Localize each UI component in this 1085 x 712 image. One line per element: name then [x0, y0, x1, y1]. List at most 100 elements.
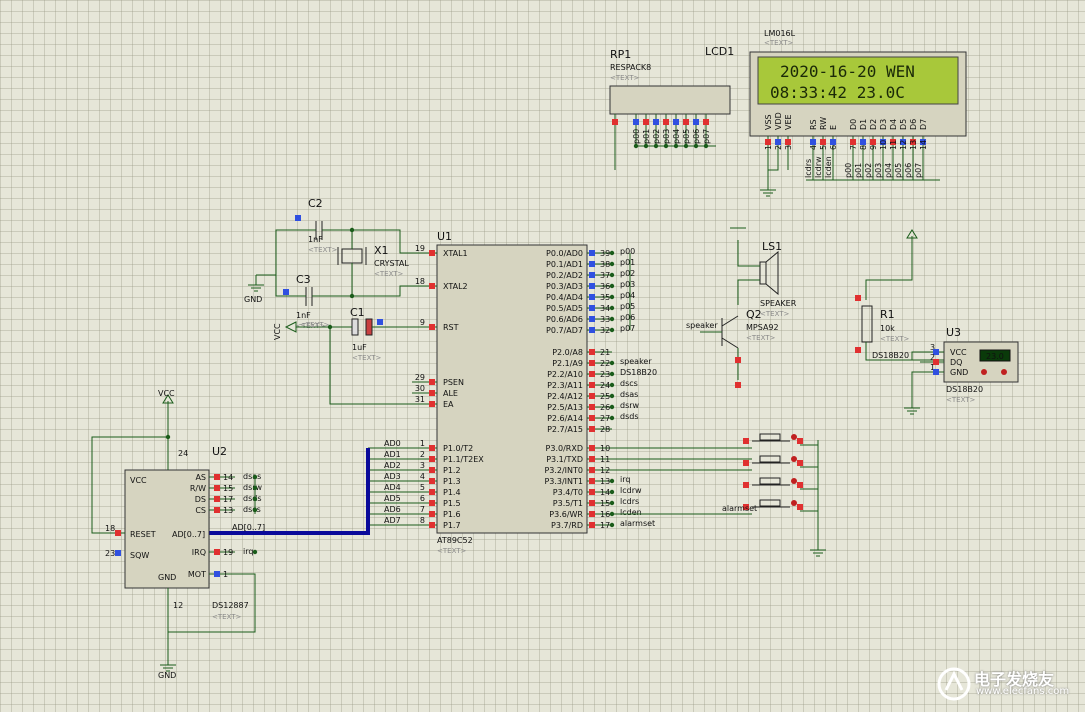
u2-reset-marker [115, 530, 121, 536]
q2-collector [721, 315, 739, 327]
junction-dot [609, 261, 615, 267]
u2-net-dsrw: dsrw [243, 483, 263, 492]
u2-vcc: VCC [130, 476, 147, 485]
u1-pin-p1-6: P1.6 [443, 510, 461, 519]
junction-dot [349, 293, 355, 299]
schematic-diagram: 2020-16-20 WEN08:33:42 23.0CLCD1LM016L<T… [91, 29, 1019, 680]
lcd-part: LM016L [764, 29, 796, 38]
lcd-pin-d2: D2 [869, 119, 878, 130]
u1-pin-num-18: 18 [415, 277, 425, 286]
lcd-net-label: p05 [894, 163, 903, 178]
u1-pin-p1-5: P1.5 [443, 499, 461, 508]
lcd-pin-num: 4 [809, 145, 818, 150]
u1-right-pin-marker [589, 415, 595, 421]
switch-body [759, 433, 781, 441]
rp1-pin-marker [673, 119, 679, 125]
r1-text-tag: <TEXT> [880, 335, 910, 343]
u1-pin-p2-2-a10: P2.2/A10 [547, 370, 583, 379]
u2-vcc-label: VCC [158, 389, 175, 398]
u2-pin-marker [214, 507, 220, 513]
q2-emitter [721, 337, 739, 349]
c1-text-tag: <TEXT> [352, 354, 382, 362]
r1-top-wire [865, 250, 913, 300]
junction-dot [165, 434, 171, 440]
rp1-pin-marker [643, 119, 649, 125]
q2-text-tag: <TEXT> [746, 334, 776, 342]
u1-right-pin-marker [589, 511, 595, 517]
u1-pin-num-1: 1 [420, 439, 425, 448]
u1-net-dsds: dsds [620, 412, 639, 421]
elecfans-logo-icon [937, 667, 971, 701]
u1-pin-num-34: 34 [600, 304, 610, 313]
u2-pin-marker [214, 571, 220, 577]
ad-net-ad3: AD3 [384, 472, 401, 481]
u2-pin-as: AS [195, 473, 206, 482]
switch-indicator [791, 434, 797, 440]
u2-net-dsas: dsas [243, 472, 261, 481]
r1-body [861, 305, 873, 343]
u1-left-pin-marker [429, 456, 435, 462]
u1-left-pin-marker [429, 445, 435, 451]
u1-pin-p0-0-ad0: P0.0/AD0 [546, 249, 583, 258]
u3-text-tag: <TEXT> [946, 396, 976, 404]
u1-ref: U1 [437, 230, 452, 243]
u1-pin-rst: RST [443, 323, 459, 332]
ls1-text-tag: <TEXT> [760, 310, 790, 318]
junction-dot [609, 415, 615, 421]
c1-val: 1uF [352, 343, 367, 352]
u1-right-pin-marker [589, 393, 595, 399]
u1-right-pin-marker [589, 500, 595, 506]
u2-pin-cs: CS [195, 506, 206, 515]
u2-pin-num-1: 1 [223, 570, 228, 579]
switch-body [759, 499, 781, 507]
u1-pin-num-7: 7 [420, 505, 425, 514]
u1-pin-num-3: 3 [420, 461, 425, 470]
lcd-net-label: lcdrw [814, 156, 823, 178]
u1-right-pin-marker [589, 272, 595, 278]
lcd-pin-d1: D1 [859, 119, 868, 130]
u1-left-pin-marker [429, 500, 435, 506]
u1-net-p01: p01 [620, 258, 635, 267]
u3-pin-vcc: VCC [950, 348, 967, 357]
u1-net-p04: p04 [620, 291, 635, 300]
u1-pin-p0-3-ad3: P0.3/AD3 [546, 282, 583, 291]
rp1-pin-marker [693, 119, 699, 125]
lcd-net-label: p07 [914, 163, 923, 178]
c1-plate-r [365, 318, 373, 336]
u1-pin-p0-2-ad2: P0.2/AD2 [546, 271, 583, 280]
u1-pin-num-27: 27 [600, 414, 610, 423]
c2-text-tag: <TEXT> [308, 246, 338, 254]
u2-pin-num-15: 15 [223, 484, 233, 493]
switch-pin-marker [743, 460, 749, 466]
rp1-pin-marker [663, 119, 669, 125]
u1-pin-num-14: 14 [600, 488, 610, 497]
lcd-net-label: p04 [884, 163, 893, 178]
u1-net-irq: irq [620, 475, 630, 484]
u1-pin-num-30: 30 [415, 384, 425, 393]
u1-pin-p1-0-t2: P1.0/T2 [443, 444, 473, 453]
junction-dot [609, 393, 615, 399]
u2-pin-num-24: 24 [178, 449, 188, 458]
u1-pin-p2-4-a12: P2.4/A12 [547, 392, 583, 401]
u1-pin-num-26: 26 [600, 403, 610, 412]
u1-right-pin-marker [589, 489, 595, 495]
lcd-pin-marker [775, 139, 781, 145]
q2-ref: Q2 [746, 308, 762, 321]
u1-pin-p1-7: P1.7 [443, 521, 461, 530]
junction-dot [252, 549, 258, 555]
u1-pin-num-38: 38 [600, 260, 610, 269]
lcd-pin-d3: D3 [879, 119, 888, 130]
rp1-pin-marker [653, 119, 659, 125]
u1-left-pin-marker [429, 401, 435, 407]
u2-pin-num-13: 13 [223, 506, 233, 515]
lcd-pin-vss: VSS [764, 114, 773, 130]
u1-pin-p0-7-ad7: P0.7/AD7 [546, 326, 583, 335]
u1-pin-num-17: 17 [600, 521, 610, 530]
u1-net-dsas: dsas [620, 390, 638, 399]
u2-pin-ds: DS [195, 495, 206, 504]
switch-indicator [791, 456, 797, 462]
junction-dot [609, 294, 615, 300]
speaker-wires [737, 240, 760, 305]
u1-right-pin-marker [589, 283, 595, 289]
u2-pin-num-17: 17 [223, 495, 233, 504]
